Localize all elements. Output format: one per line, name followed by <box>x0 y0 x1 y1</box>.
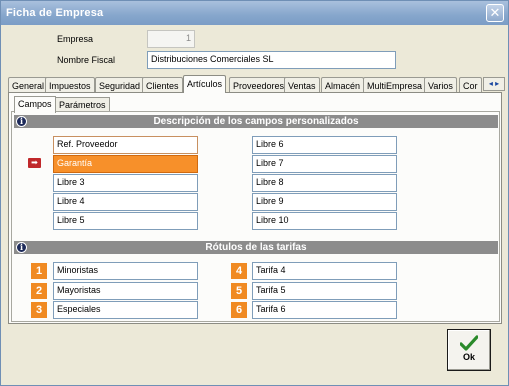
close-icon: ✕ <box>489 5 501 20</box>
nombre-fiscal-label: Nombre Fiscal <box>57 55 116 65</box>
checkmark-icon <box>460 335 478 351</box>
custom-field-4[interactable]: Libre 4 <box>53 193 198 211</box>
custom-field-10[interactable]: Libre 10 <box>252 212 397 230</box>
tab-multiempresa[interactable]: MultiEmpresa <box>363 77 427 93</box>
empresa-label: Empresa <box>57 34 94 44</box>
subtab-campos[interactable]: Campos <box>14 96 56 113</box>
rate-number-badge: 4 <box>231 263 247 279</box>
tab-proveedores[interactable]: Proveedores <box>229 77 289 93</box>
tab-clientes[interactable]: Clientes <box>142 77 183 93</box>
tab-ventas[interactable]: Ventas <box>284 77 320 93</box>
rate-number-badge: 5 <box>231 283 247 299</box>
rate-number-badge: 1 <box>31 263 47 279</box>
tab-almacen[interactable]: Almacén <box>321 77 365 93</box>
nombre-fiscal-field[interactable]: Distribuciones Comerciales SL <box>147 51 396 69</box>
tab-general[interactable]: General <box>8 77 49 93</box>
rates-header: i Rótulos de las tarifas <box>14 241 498 254</box>
arrow-right-icon: ➡ <box>28 158 41 168</box>
tab-articulos[interactable]: Artículos <box>183 75 227 93</box>
main-tabs: General Impuestos Seguridad Clientes Art… <box>8 75 501 93</box>
custom-field-5[interactable]: Libre 5 <box>53 212 198 230</box>
custom-field-7[interactable]: Libre 7 <box>252 155 397 173</box>
rate-number-badge: 6 <box>231 302 247 318</box>
custom-field-3[interactable]: Libre 3 <box>53 174 198 192</box>
tab-cor[interactable]: Cor <box>459 77 482 93</box>
subtab-parametros[interactable]: Parámetros <box>55 97 110 112</box>
info-icon: i <box>16 116 27 127</box>
window: Ficha de Empresa ✕ Empresa 1 Nombre Fisc… <box>0 0 509 386</box>
window-title: Ficha de Empresa <box>6 7 104 19</box>
custom-field-9[interactable]: Libre 9 <box>252 193 397 211</box>
ok-label: Ok <box>462 352 475 362</box>
tab-seguridad[interactable]: Seguridad <box>95 77 145 93</box>
tab-scroll-arrows[interactable]: ◂ ▸ <box>483 77 505 91</box>
rate-number-badge: 3 <box>31 302 47 318</box>
chevron-right-icon[interactable]: ▸ <box>495 79 499 88</box>
rate-number-badge: 2 <box>31 283 47 299</box>
title-bar: Ficha de Empresa <box>1 1 508 25</box>
rate-field-5[interactable]: Tarifa 5 <box>252 282 397 300</box>
rate-field-2[interactable]: Mayoristas <box>53 282 198 300</box>
rates-title: Rótulos de las tarifas <box>205 242 307 253</box>
close-button[interactable]: ✕ <box>486 4 504 22</box>
chevron-left-icon[interactable]: ◂ <box>489 79 493 88</box>
rate-field-1[interactable]: Minoristas <box>53 262 198 280</box>
tab-impuestos[interactable]: Impuestos <box>45 77 95 93</box>
ok-button[interactable]: Ok <box>447 329 491 371</box>
custom-field-2[interactable]: Garantía <box>53 155 198 173</box>
rate-field-4[interactable]: Tarifa 4 <box>252 262 397 280</box>
tab-varios[interactable]: Varios <box>424 77 457 93</box>
info-icon: i <box>16 242 27 253</box>
rate-field-6[interactable]: Tarifa 6 <box>252 301 397 319</box>
custom-fields-header: i Descripción de los campos personalizad… <box>14 115 498 128</box>
custom-field-6[interactable]: Libre 6 <box>252 136 397 154</box>
custom-fields-title: Descripción de los campos personalizados <box>153 116 359 127</box>
custom-field-1[interactable]: Ref. Proveedor <box>53 136 198 154</box>
custom-field-8[interactable]: Libre 8 <box>252 174 397 192</box>
empresa-field[interactable]: 1 <box>147 30 195 48</box>
rate-field-3[interactable]: Especiales <box>53 301 198 319</box>
